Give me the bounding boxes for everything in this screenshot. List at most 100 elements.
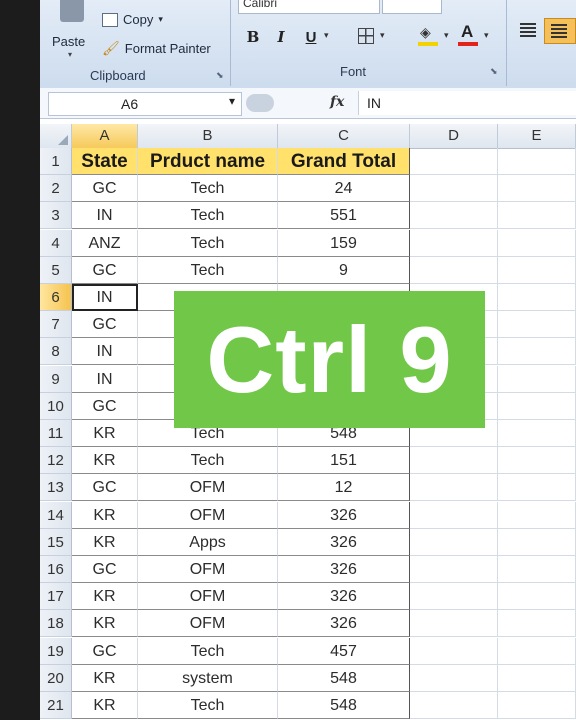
row-header[interactable]: 13: [40, 474, 72, 502]
row-header[interactable]: 21: [40, 692, 72, 719]
cell-column-d[interactable]: [410, 501, 498, 529]
cell-state[interactable]: KR: [72, 501, 138, 529]
cell-product-name[interactable]: OFM: [138, 556, 278, 583]
cell-column-e[interactable]: [498, 528, 576, 556]
cell-grand-total[interactable]: 326: [278, 583, 410, 611]
cell-column-d[interactable]: [410, 610, 498, 638]
cell-state[interactable]: GC: [72, 392, 138, 420]
paste-button[interactable]: Paste ▾: [48, 0, 92, 62]
cell-column-e[interactable]: [498, 338, 576, 366]
cell-column-e[interactable]: [498, 175, 576, 203]
select-all-button[interactable]: [40, 124, 72, 148]
cell-state[interactable]: ANZ: [72, 229, 138, 257]
cell-column-e[interactable]: [498, 692, 576, 719]
cell-column-e[interactable]: [498, 583, 576, 611]
cell-column-d[interactable]: [410, 148, 498, 175]
row-header[interactable]: 14: [40, 501, 72, 529]
align-left-button[interactable]: [518, 20, 540, 42]
fill-color-dropdown-icon[interactable]: ▾: [444, 30, 449, 41]
column-header-a[interactable]: A: [72, 124, 138, 148]
align-center-button[interactable]: [544, 18, 576, 44]
cell-grand-total[interactable]: 551: [278, 202, 410, 230]
row-header[interactable]: 9: [40, 365, 72, 393]
row-header[interactable]: 8: [40, 338, 72, 366]
clipboard-launcher-icon[interactable]: ⬊: [216, 70, 224, 81]
cell-state[interactable]: IN: [72, 284, 138, 311]
borders-dropdown-icon[interactable]: ▾: [380, 30, 385, 41]
cell-column-d[interactable]: [410, 556, 498, 583]
header-cell-product-name[interactable]: Prduct name: [138, 148, 278, 175]
insert-function-button[interactable]: fx: [330, 94, 344, 110]
header-cell-grand-total[interactable]: Grand Total: [278, 148, 410, 175]
cell-column-e[interactable]: [498, 148, 576, 175]
cell-grand-total[interactable]: 548: [278, 692, 410, 719]
row-header[interactable]: 17: [40, 583, 72, 611]
cell-product-name[interactable]: Tech: [138, 692, 278, 719]
column-header-b[interactable]: B: [138, 124, 278, 148]
cell-column-d[interactable]: [410, 474, 498, 502]
cell-column-d[interactable]: [410, 692, 498, 719]
cell-grand-total[interactable]: 326: [278, 528, 410, 556]
cell-product-name[interactable]: OFM: [138, 610, 278, 638]
cell-state[interactable]: IN: [72, 202, 138, 230]
cell-column-d[interactable]: [410, 637, 498, 665]
cell-grand-total[interactable]: 548: [278, 664, 410, 692]
cell-state[interactable]: GC: [72, 311, 138, 339]
cell-product-name[interactable]: Apps: [138, 528, 278, 556]
formula-bar-splitter-icon[interactable]: [246, 94, 274, 112]
cell-column-d[interactable]: [410, 256, 498, 284]
cell-product-name[interactable]: OFM: [138, 583, 278, 611]
cell-column-e[interactable]: [498, 501, 576, 529]
row-header[interactable]: 19: [40, 637, 72, 665]
fill-color-button[interactable]: ◈: [418, 24, 440, 48]
row-header[interactable]: 18: [40, 610, 72, 638]
cell-state[interactable]: KR: [72, 420, 138, 447]
cell-column-e[interactable]: [498, 365, 576, 393]
row-header[interactable]: 6: [40, 284, 72, 311]
cell-state[interactable]: KR: [72, 447, 138, 475]
row-header[interactable]: 16: [40, 556, 72, 583]
cell-state[interactable]: GC: [72, 256, 138, 284]
row-header[interactable]: 11: [40, 420, 72, 447]
cell-column-d[interactable]: [410, 175, 498, 203]
cell-column-e[interactable]: [498, 284, 576, 311]
font-name-box[interactable]: Calibri: [238, 0, 380, 14]
font-launcher-icon[interactable]: ⬊: [490, 66, 498, 77]
cell-state[interactable]: KR: [72, 692, 138, 719]
cell-state[interactable]: GC: [72, 637, 138, 665]
cell-state[interactable]: GC: [72, 175, 138, 203]
column-header-e[interactable]: E: [498, 124, 576, 148]
cell-product-name[interactable]: Tech: [138, 202, 278, 230]
row-header[interactable]: 10: [40, 392, 72, 420]
row-header[interactable]: 7: [40, 311, 72, 339]
copy-button[interactable]: Copy ▾: [102, 12, 163, 27]
cell-column-d[interactable]: [410, 229, 498, 257]
column-header-d[interactable]: D: [410, 124, 498, 148]
cell-product-name[interactable]: Tech: [138, 229, 278, 257]
cell-state[interactable]: KR: [72, 664, 138, 692]
cell-column-d[interactable]: [410, 583, 498, 611]
cell-state[interactable]: KR: [72, 528, 138, 556]
format-painter-button[interactable]: 🖌 Format Painter: [102, 40, 211, 57]
row-header[interactable]: 1: [40, 148, 72, 175]
row-header[interactable]: 15: [40, 528, 72, 556]
underline-button[interactable]: U: [300, 26, 322, 48]
cell-column-e[interactable]: [498, 447, 576, 475]
cell-column-d[interactable]: [410, 664, 498, 692]
cell-state[interactable]: KR: [72, 610, 138, 638]
bold-button[interactable]: B: [242, 26, 264, 48]
cell-product-name[interactable]: system: [138, 664, 278, 692]
cell-state[interactable]: IN: [72, 365, 138, 393]
font-color-button[interactable]: A: [458, 22, 478, 48]
cell-column-d[interactable]: [410, 528, 498, 556]
cell-grand-total[interactable]: 326: [278, 610, 410, 638]
row-header[interactable]: 2: [40, 175, 72, 203]
row-header[interactable]: 5: [40, 256, 72, 284]
cell-product-name[interactable]: Tech: [138, 175, 278, 203]
font-color-dropdown-icon[interactable]: ▾: [484, 30, 489, 41]
header-cell-state[interactable]: State: [72, 148, 138, 175]
formula-input[interactable]: IN: [358, 91, 576, 115]
cell-column-e[interactable]: [498, 637, 576, 665]
cell-column-e[interactable]: [498, 392, 576, 420]
cell-column-e[interactable]: [498, 311, 576, 339]
